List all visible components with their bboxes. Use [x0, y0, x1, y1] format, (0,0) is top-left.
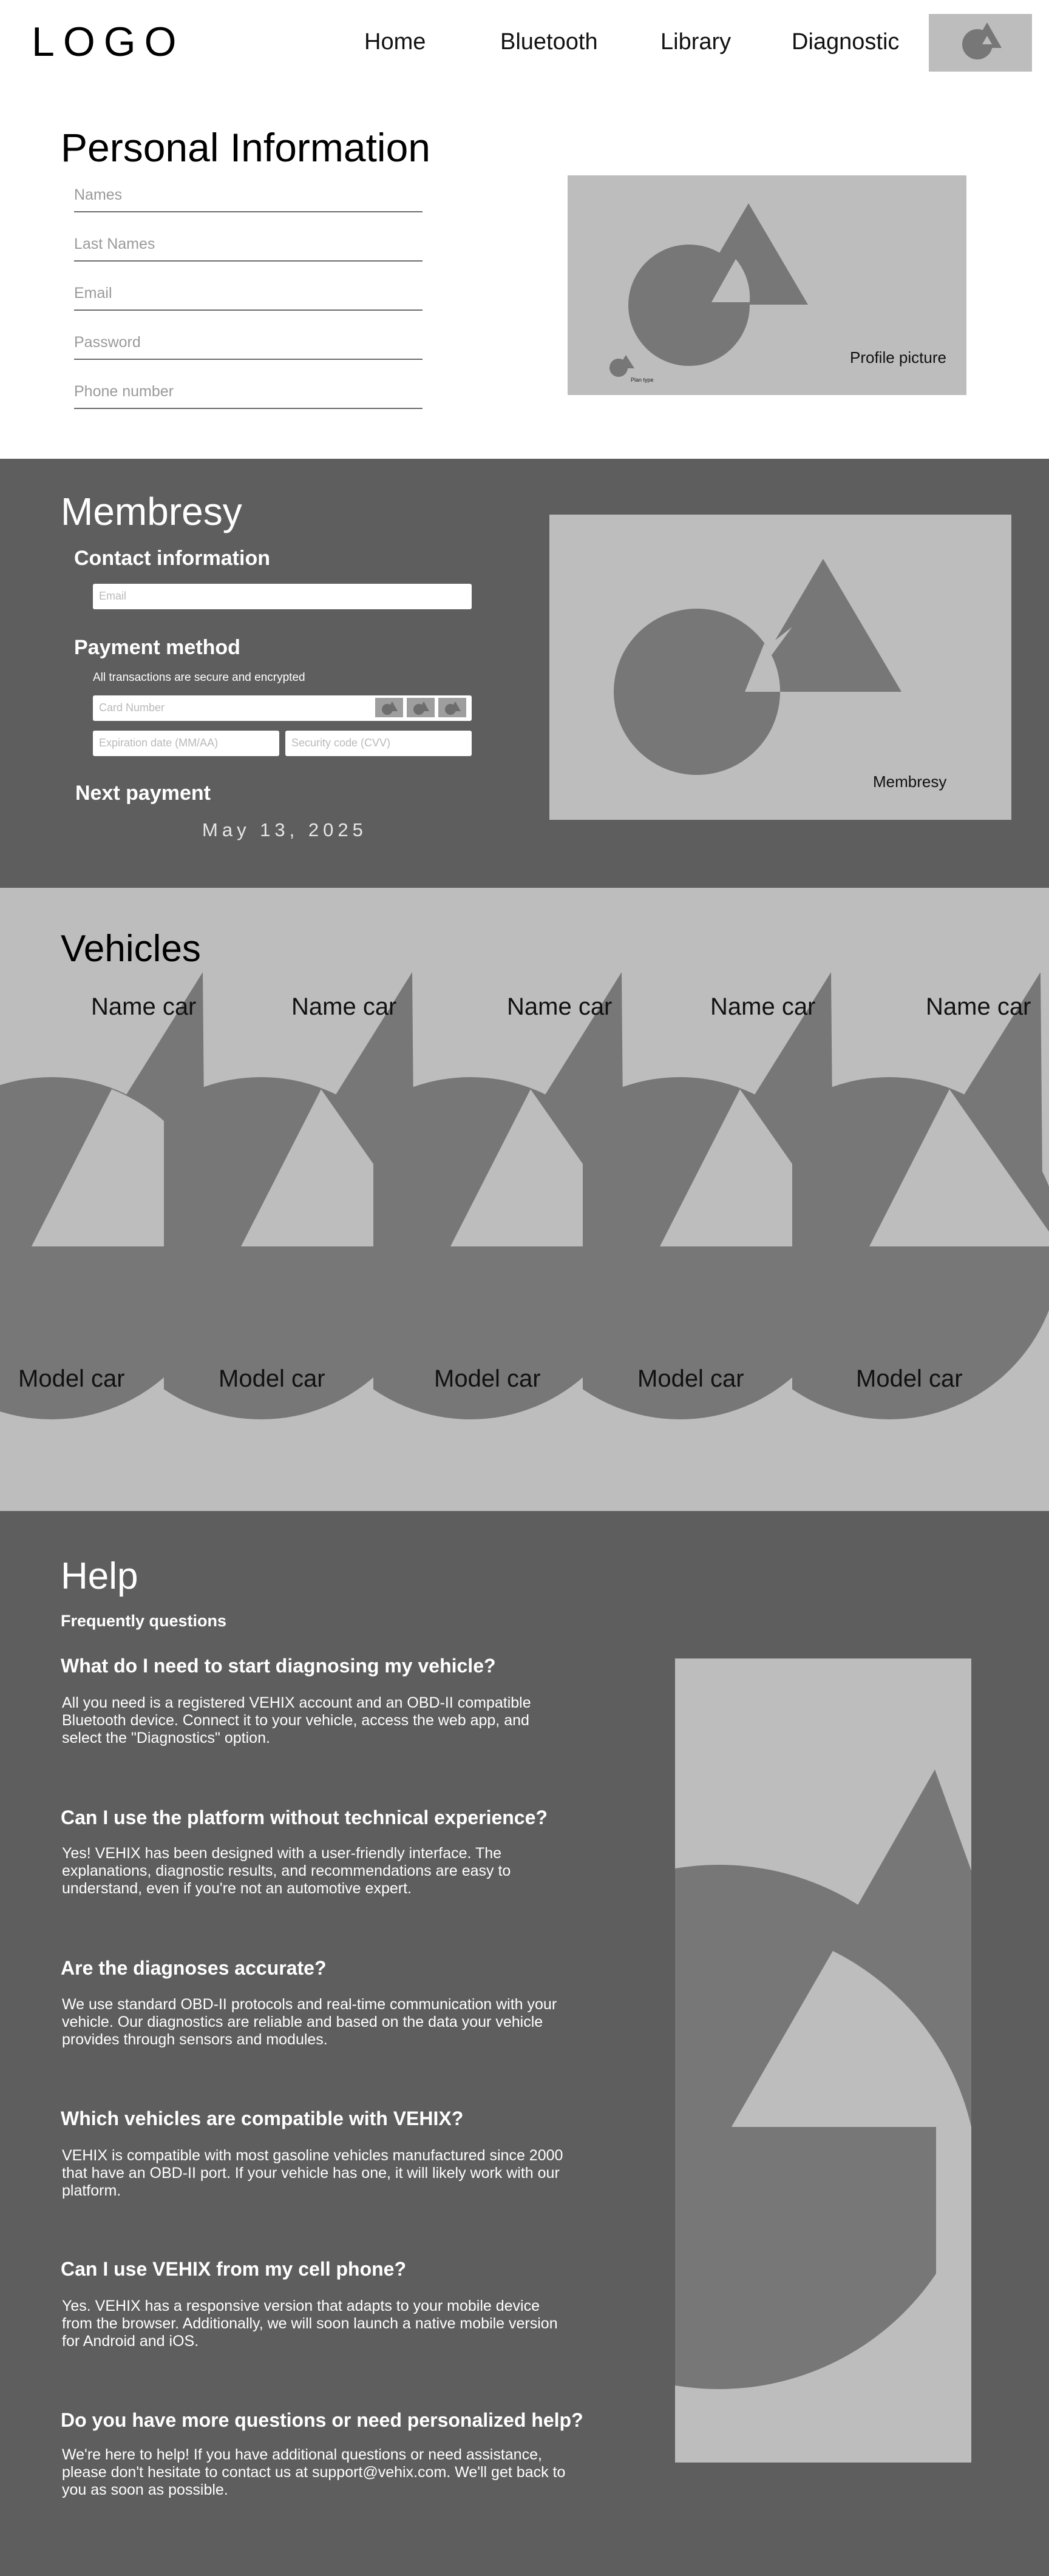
faq-answer: Yes! VEHIX has been designed with a user… [62, 1845, 511, 1897]
profile-picture[interactable]: Plan type Profile picture [568, 175, 966, 395]
membresy-section: Membresy Contact information Email Payme… [0, 459, 1049, 888]
next-payment-title: Next payment [75, 782, 211, 805]
faq-answer: We're here to help! If you have addition… [62, 2446, 566, 2498]
help-title: Help [61, 1555, 138, 1597]
security-code-input[interactable]: Security code (CVV) [285, 731, 472, 756]
faq-answer: We use standard OBD-II protocols and rea… [62, 1996, 557, 2048]
expiration-input[interactable]: Expiration date (MM/AA) [93, 731, 279, 756]
contact-email-input[interactable]: Email [93, 584, 472, 609]
contact-title: Contact information [74, 547, 270, 570]
vehicle-name: Name car [926, 993, 1031, 1020]
logo[interactable]: LOGO [32, 18, 185, 66]
vehicles-section: Vehicles Name car Model car Name car Mod… [0, 888, 1049, 1511]
faq-answer: All you need is a registered VEHIX accou… [62, 1694, 531, 1746]
faq-question[interactable]: Do you have more questions or need perso… [61, 2409, 583, 2432]
vehicle-model: Model car [18, 1365, 125, 1392]
next-payment-date: May 13, 2025 [202, 819, 367, 840]
vehicle-model: Model car [434, 1365, 541, 1392]
card-brand-icon [438, 698, 466, 717]
profile-picture-label: Profile picture [850, 348, 946, 367]
faq-question[interactable]: What do I need to start diagnosing my ve… [61, 1655, 496, 1677]
card-brand-icon [375, 698, 403, 717]
phone-field[interactable]: Phone number [74, 373, 423, 409]
secure-note: All transactions are secure and encrypte… [93, 671, 305, 684]
vehicle-image-icon [718, 972, 1049, 1419]
user-avatar-icon [962, 22, 1002, 59]
help-image [675, 1658, 971, 2463]
vehicle-model: Model car [219, 1365, 325, 1392]
membresy-image: Membresy [549, 515, 1011, 820]
card-brand-icon [407, 698, 435, 717]
user-avatar-button[interactable] [929, 14, 1032, 72]
faq-question[interactable]: Which vehicles are compatible with VEHIX… [61, 2108, 463, 2130]
nav-home[interactable]: Home [364, 29, 426, 55]
last-names-field[interactable]: Last Names [74, 225, 423, 262]
header: LOGO Home Bluetooth Library Diagnostic [0, 0, 1049, 85]
faq-answer: VEHIX is compatible with most gasoline v… [62, 2147, 563, 2199]
faq-answer: Yes. VEHIX has a responsive version that… [62, 2297, 558, 2350]
help-section: Help Frequently questions What do I need… [0, 1511, 1049, 2576]
vehicle-card[interactable]: Name car Model car [718, 972, 1049, 1427]
email-field[interactable]: Email [74, 274, 423, 311]
faq-label: Frequently questions [61, 1612, 227, 1630]
vehicle-model: Model car [856, 1365, 963, 1392]
faq-question[interactable]: Can I use the platform without technical… [61, 1807, 548, 1829]
faq-question[interactable]: Can I use VEHIX from my cell phone? [61, 2258, 406, 2280]
password-field[interactable]: Password [74, 323, 423, 360]
vehicles-title: Vehicles [61, 928, 201, 970]
nav-library[interactable]: Library [660, 29, 731, 55]
card-number-input[interactable]: Card Number [93, 695, 472, 721]
faq-question[interactable]: Are the diagnoses accurate? [61, 1957, 326, 1979]
nav-diagnostic[interactable]: Diagnostic [792, 29, 899, 55]
membresy-image-label: Membresy [873, 772, 947, 791]
payment-title: Payment method [74, 636, 240, 659]
image-placeholder-icon [675, 1770, 971, 2463]
plan-type-label: Plan type [631, 377, 654, 383]
names-field[interactable]: Names [74, 176, 423, 212]
vehicle-model: Model car [637, 1365, 744, 1392]
personal-title: Personal Information [61, 125, 430, 170]
nav-bluetooth[interactable]: Bluetooth [500, 29, 598, 55]
membresy-title: Membresy [61, 490, 242, 533]
